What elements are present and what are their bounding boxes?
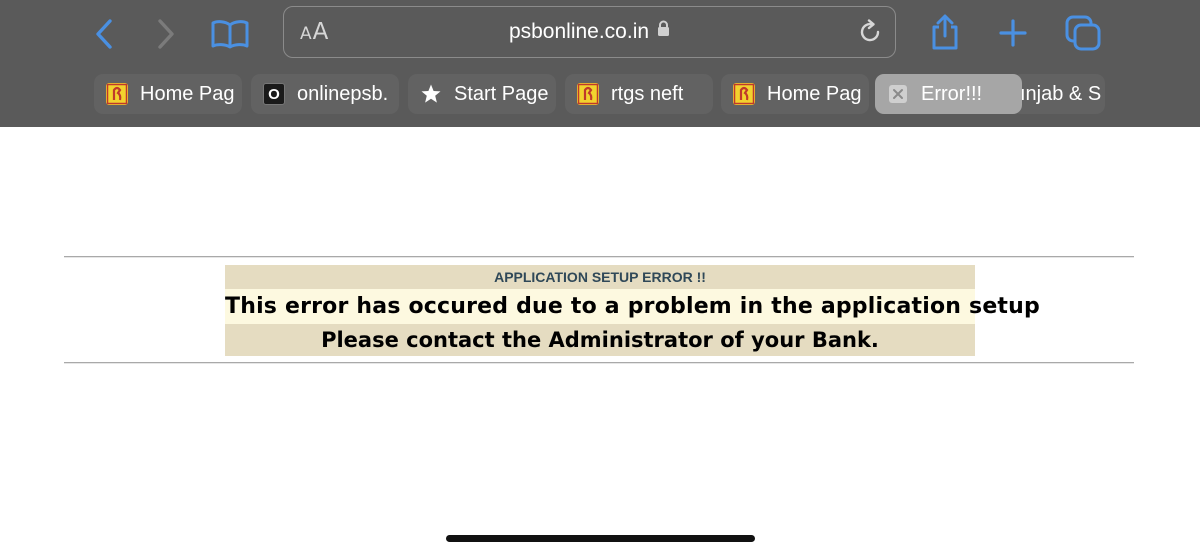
lock-icon — [657, 19, 670, 43]
error-title: APPLICATION SETUP ERROR !! — [225, 265, 975, 289]
divider-bottom — [64, 362, 1134, 364]
tab-onlinepsb[interactable]: O onlinepsb. — [251, 74, 399, 114]
bank-logo-icon — [577, 83, 599, 105]
forward-button[interactable] — [146, 14, 186, 54]
tab-label: Error!!! — [921, 83, 983, 105]
share-button[interactable] — [925, 12, 965, 52]
close-icon[interactable] — [889, 85, 907, 103]
error-panel: APPLICATION SETUP ERROR !! This error ha… — [225, 265, 1040, 356]
tab-home-page-2[interactable]: Home Pag — [721, 74, 869, 114]
bank-logo-icon — [733, 83, 755, 105]
tab-label: Home Pag — [140, 83, 235, 105]
error-message: This error has occured due to a problem … — [225, 289, 1040, 324]
tab-home-page-1[interactable]: Home Pag — [94, 74, 242, 114]
forward-icon — [155, 18, 177, 50]
address-bar[interactable]: AA psbonline.co.in — [283, 6, 896, 58]
tabs-overview-icon — [1064, 14, 1102, 52]
reload-icon — [857, 19, 883, 49]
tab-start-page[interactable]: Start Page — [408, 74, 556, 114]
star-icon — [420, 83, 442, 105]
back-button[interactable] — [84, 14, 124, 54]
tab-punjab-sind[interactable]: ınjab & S — [1012, 74, 1105, 114]
tab-label: ınjab & S — [1020, 83, 1102, 105]
tabs-overview-button[interactable] — [1063, 13, 1103, 53]
o-icon: O — [263, 83, 285, 105]
reload-button[interactable] — [857, 19, 883, 50]
home-indicator[interactable] — [446, 535, 755, 542]
new-tab-icon — [998, 18, 1028, 48]
browser-chrome: AA psbonline.co.in Home Pag O onlinepsb.… — [0, 0, 1200, 127]
new-tab-button[interactable] — [993, 13, 1033, 53]
divider-top — [64, 256, 1134, 258]
url-text: psbonline.co.in — [508, 20, 650, 43]
tab-error-active[interactable]: Error!!! — [875, 74, 1022, 114]
tab-rtgs-neft[interactable]: rtgs neft — [565, 74, 713, 114]
bank-logo-icon — [106, 83, 128, 105]
error-contact: Please contact the Administrator of your… — [225, 324, 975, 356]
tab-label: Home Pag — [767, 83, 862, 105]
tab-label: rtgs neft — [611, 83, 684, 105]
share-icon — [929, 14, 961, 50]
back-icon — [93, 18, 115, 50]
tab-label: onlinepsb. — [297, 83, 389, 105]
tab-label: Start Page — [454, 83, 549, 105]
bookmarks-button[interactable] — [210, 14, 250, 54]
bookmarks-icon — [211, 19, 249, 49]
